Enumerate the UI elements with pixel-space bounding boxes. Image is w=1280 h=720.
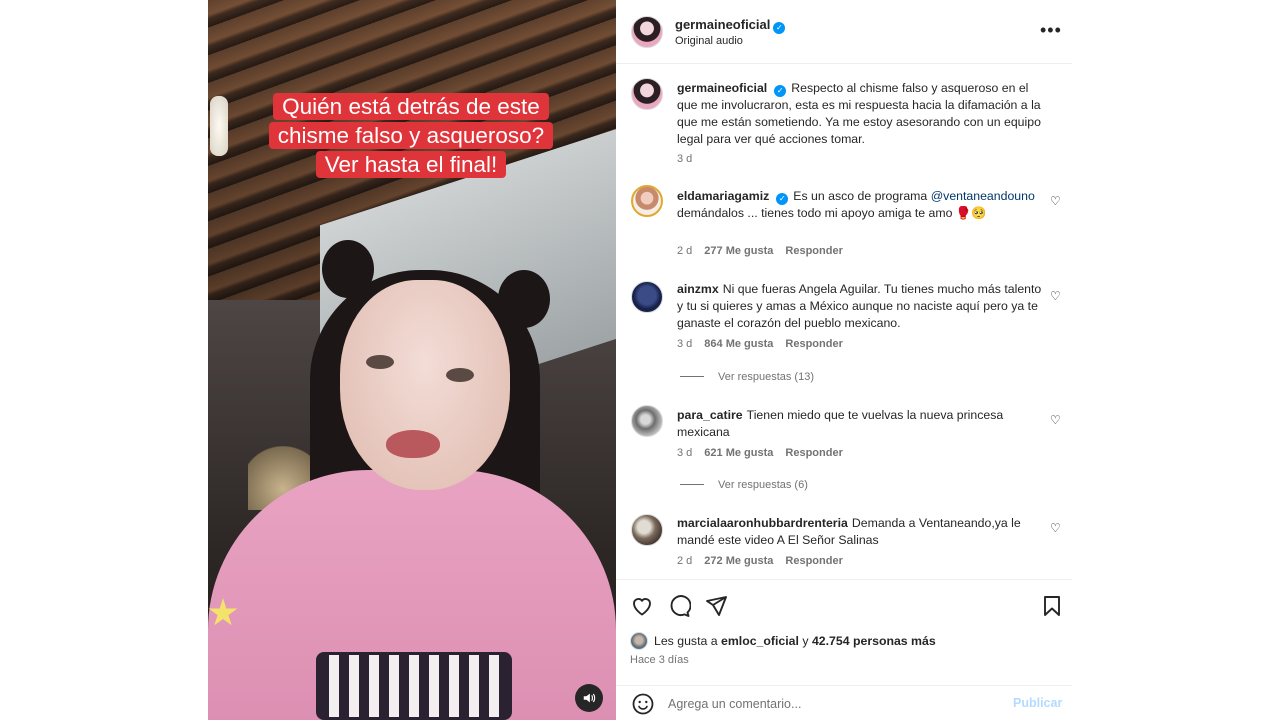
avatar[interactable] bbox=[631, 405, 663, 437]
like-count[interactable]: 272 Me gusta bbox=[704, 555, 773, 567]
heart-icon[interactable]: ♡ bbox=[1050, 195, 1062, 207]
comments-list[interactable]: germaineoficial ✓ Respecto al chisme falso… bbox=[616, 64, 1072, 579]
more-options-icon[interactable]: ••• bbox=[1040, 20, 1062, 41]
verified-badge-icon: ✓ bbox=[776, 192, 789, 205]
comment-input[interactable] bbox=[668, 694, 988, 714]
verified-badge-icon: ✓ bbox=[774, 84, 787, 97]
post-actions: Les gusta a emloc_oficial y 42.754 perso… bbox=[616, 579, 1072, 685]
avatar[interactable] bbox=[631, 514, 663, 546]
avatar[interactable] bbox=[631, 78, 663, 110]
hanging-lamp bbox=[210, 96, 228, 156]
like-count[interactable]: 864 Me gusta bbox=[704, 338, 773, 350]
heart-icon[interactable]: ♡ bbox=[1050, 414, 1062, 426]
person-face bbox=[340, 280, 510, 490]
likes-count[interactable]: 42.754 personas más bbox=[812, 634, 936, 648]
share-icon[interactable] bbox=[704, 594, 728, 618]
reply-button[interactable]: Responder bbox=[785, 338, 842, 350]
reply-button[interactable]: Responder bbox=[785, 555, 842, 567]
avatar[interactable] bbox=[631, 281, 663, 313]
comment-icon[interactable] bbox=[667, 594, 692, 618]
publish-button[interactable]: Publicar bbox=[1013, 696, 1062, 710]
view-replies-button[interactable]: Ver respuestas (13) bbox=[680, 371, 814, 383]
header-username[interactable]: germaineoficial bbox=[675, 17, 770, 32]
post-date: Hace 3 días bbox=[630, 654, 689, 666]
add-comment-bar: Publicar bbox=[616, 685, 1072, 720]
liker-username[interactable]: emloc_oficial bbox=[721, 634, 799, 648]
heart-icon[interactable]: ♡ bbox=[1050, 290, 1062, 302]
like-count[interactable]: 621 Me gusta bbox=[704, 447, 773, 459]
avatar[interactable] bbox=[631, 16, 663, 48]
heart-icon[interactable]: ♡ bbox=[1050, 522, 1062, 534]
post-panel: germaineoficial ✓ Original audio ••• germ… bbox=[616, 0, 1072, 720]
heart-icon[interactable] bbox=[630, 594, 654, 618]
mention-link[interactable]: @ventaneandouno bbox=[931, 189, 1035, 203]
avatar bbox=[630, 632, 648, 650]
post-header: germaineoficial ✓ Original audio ••• bbox=[616, 0, 1072, 64]
like-count[interactable]: 277 Me gusta bbox=[704, 245, 773, 257]
emoji-icon[interactable] bbox=[631, 692, 655, 716]
avatar[interactable] bbox=[631, 185, 663, 217]
verified-badge-icon: ✓ bbox=[773, 21, 786, 34]
reply-button[interactable]: Responder bbox=[785, 447, 842, 459]
view-replies-button[interactable]: Ver respuestas (6) bbox=[680, 479, 808, 491]
caption-time: 3 d bbox=[677, 153, 693, 165]
likes-summary[interactable]: Les gusta a emloc_oficial y 42.754 perso… bbox=[630, 632, 936, 650]
bookmark-icon[interactable] bbox=[1040, 594, 1064, 618]
reply-button[interactable]: Responder bbox=[785, 245, 842, 257]
video-caption: Quién está detrás de este chisme falso y… bbox=[264, 92, 558, 179]
speaker-icon[interactable] bbox=[575, 684, 603, 712]
audio-label[interactable]: Original audio bbox=[675, 35, 743, 47]
